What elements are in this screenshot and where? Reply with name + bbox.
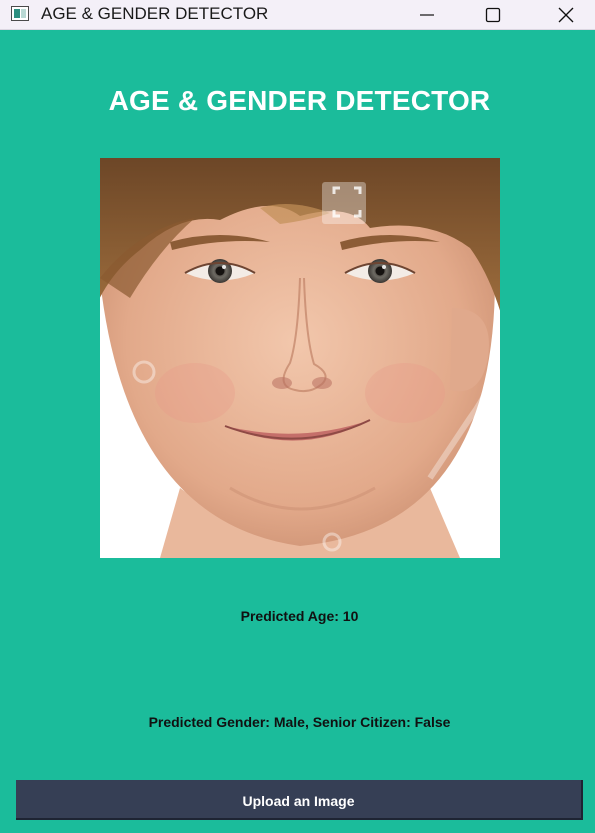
window-title: AGE & GENDER DETECTOR xyxy=(41,4,269,23)
page-title: AGE & GENDER DETECTOR xyxy=(108,85,491,116)
title-bar: AGE & GENDER DETECTOR xyxy=(0,0,595,30)
close-icon xyxy=(558,7,574,23)
minimize-button[interactable] xyxy=(404,0,450,30)
predicted-age-label: Predicted Age: 10 xyxy=(240,608,359,624)
predicted-gender-label: Predicted Gender: Male, Senior Citizen: … xyxy=(148,714,451,730)
upload-image-button[interactable]: Upload an Image xyxy=(16,780,583,820)
uploaded-face-image xyxy=(100,158,500,558)
face-portrait-icon xyxy=(100,158,500,558)
minimize-icon xyxy=(420,14,434,16)
maximize-icon xyxy=(485,7,501,23)
maximize-button[interactable] xyxy=(470,0,516,30)
app-icon xyxy=(11,6,29,21)
close-button[interactable] xyxy=(543,0,589,30)
